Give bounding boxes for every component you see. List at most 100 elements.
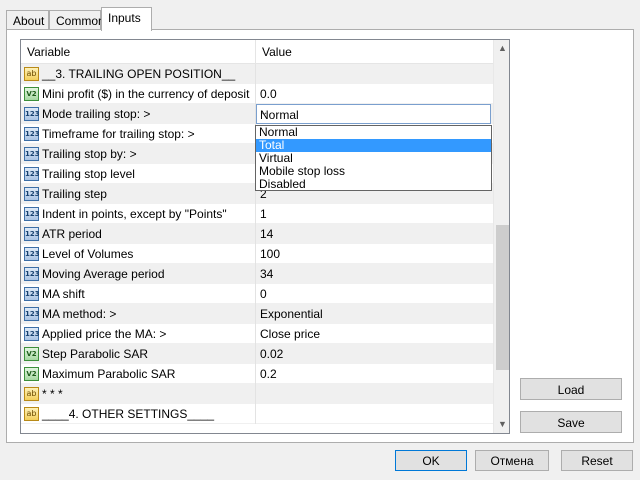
double-type-icon: V2 bbox=[24, 347, 39, 361]
table-row[interactable]: 123 Level of Volumes 100 bbox=[21, 244, 493, 264]
integer-type-icon: 123 bbox=[24, 147, 40, 161]
variable-cell[interactable]: 123 Applied price the MA: > bbox=[21, 324, 256, 344]
value-cell[interactable]: 0.2 bbox=[256, 364, 493, 384]
scroll-up-icon[interactable]: ▲ bbox=[494, 40, 509, 57]
variable-label: MA method: > bbox=[42, 307, 117, 321]
integer-type-icon: 123 bbox=[24, 247, 40, 261]
value-cell[interactable]: 0.0 bbox=[256, 84, 493, 104]
integer-type-icon: 123 bbox=[24, 207, 40, 221]
value-text: Exponential bbox=[260, 307, 323, 321]
value-cell[interactable]: Normal ⌄ bbox=[256, 104, 493, 124]
variable-cell[interactable]: V2 Maximum Parabolic SAR bbox=[21, 364, 256, 384]
table-row[interactable]: 123 Moving Average period 34 bbox=[21, 264, 493, 284]
integer-type-icon: 123 bbox=[24, 307, 40, 321]
variable-cell[interactable]: 123 Trailing stop level bbox=[21, 164, 256, 184]
value-cell[interactable]: 0 bbox=[256, 284, 493, 304]
value-cell[interactable]: Exponential bbox=[256, 304, 493, 324]
variable-cell[interactable]: 123 ATR period bbox=[21, 224, 256, 244]
dropdown-option[interactable]: Disabled bbox=[256, 178, 491, 191]
mode-trailing-select[interactable]: Normal ⌄ bbox=[256, 104, 491, 124]
variable-label: Timeframe for trailing stop: > bbox=[42, 127, 195, 141]
variable-cell[interactable]: 123 Moving Average period bbox=[21, 264, 256, 284]
value-cell[interactable]: 14 bbox=[256, 224, 493, 244]
inputs-grid: Variable Value ab __3. TRAILING OPEN POSI… bbox=[20, 39, 510, 434]
grid-rows: ab __3. TRAILING OPEN POSITION__ V2 Mini pr… bbox=[21, 64, 493, 424]
string-type-icon: ab bbox=[24, 387, 39, 401]
value-cell[interactable]: 100 bbox=[256, 244, 493, 264]
inputs-panel: Variable Value ab __3. TRAILING OPEN POSI… bbox=[6, 29, 634, 443]
variable-cell[interactable]: 123 Trailing step bbox=[21, 184, 256, 204]
table-row[interactable]: 123 MA shift 0 bbox=[21, 284, 493, 304]
variable-cell[interactable]: 123 Timeframe for trailing stop: > bbox=[21, 124, 256, 144]
value-cell[interactable]: Close price bbox=[256, 324, 493, 344]
ok-button[interactable]: OK bbox=[395, 450, 467, 471]
value-text: 0 bbox=[260, 287, 267, 301]
table-row[interactable]: 123 Indent in points, except by "Points" 1 bbox=[21, 204, 493, 224]
table-row[interactable]: ab ____4. OTHER SETTINGS____ bbox=[21, 404, 493, 424]
scrollbar-thumb[interactable] bbox=[496, 225, 509, 370]
table-row[interactable]: 123 Applied price the MA: > Close price bbox=[21, 324, 493, 344]
tab-inputs[interactable]: Inputs bbox=[101, 7, 152, 31]
variable-label: Level of Volumes bbox=[42, 247, 134, 261]
integer-type-icon: 123 bbox=[24, 267, 40, 281]
vertical-scrollbar[interactable]: ▲ ▼ bbox=[493, 40, 509, 433]
dropdown-option[interactable]: Normal bbox=[256, 126, 491, 139]
load-button[interactable]: Load bbox=[520, 378, 622, 400]
variable-label: MA shift bbox=[42, 287, 85, 301]
variable-label: Trailing step bbox=[42, 187, 107, 201]
scroll-down-icon[interactable]: ▼ bbox=[494, 416, 509, 433]
variable-cell[interactable]: ab * * * bbox=[21, 384, 256, 404]
variable-cell[interactable]: V2 Step Parabolic SAR bbox=[21, 344, 256, 364]
table-row[interactable]: ab __3. TRAILING OPEN POSITION__ bbox=[21, 64, 493, 84]
variable-cell[interactable]: 123 Indent in points, except by "Points" bbox=[21, 204, 256, 224]
reset-button[interactable]: Reset bbox=[561, 450, 633, 471]
variable-label: ATR period bbox=[42, 227, 102, 241]
cancel-button[interactable]: Отмена bbox=[475, 450, 549, 471]
grid-header: Variable Value bbox=[21, 40, 493, 64]
chevron-down-icon[interactable]: ⌄ bbox=[260, 107, 486, 118]
variable-cell[interactable]: 123 MA shift bbox=[21, 284, 256, 304]
mode-trailing-dropdown-list[interactable]: Normal Total Virtual Mobile stop loss Di… bbox=[255, 125, 492, 191]
tab-common[interactable]: Common bbox=[49, 10, 105, 30]
variable-label: Applied price the MA: > bbox=[42, 327, 167, 341]
variable-cell[interactable]: 123 Mode trailing stop: > bbox=[21, 104, 256, 124]
save-button[interactable]: Save bbox=[520, 411, 622, 433]
table-row[interactable]: V2 Step Parabolic SAR 0.02 bbox=[21, 344, 493, 364]
table-row[interactable]: ab * * * bbox=[21, 384, 493, 404]
value-cell[interactable] bbox=[256, 384, 493, 404]
integer-type-icon: 123 bbox=[24, 227, 40, 241]
variable-column-header[interactable]: Variable bbox=[21, 40, 256, 64]
integer-type-icon: 123 bbox=[24, 187, 40, 201]
value-text: 0.02 bbox=[260, 347, 284, 361]
variable-cell[interactable]: ab __3. TRAILING OPEN POSITION__ bbox=[21, 64, 256, 84]
variable-cell[interactable]: 123 MA method: > bbox=[21, 304, 256, 324]
variable-cell[interactable]: 123 Level of Volumes bbox=[21, 244, 256, 264]
value-cell[interactable]: 0.02 bbox=[256, 344, 493, 364]
double-type-icon: V2 bbox=[24, 87, 39, 101]
variable-label: Maximum Parabolic SAR bbox=[42, 367, 176, 381]
variable-label: Trailing stop by: > bbox=[42, 147, 137, 161]
table-row[interactable]: 123 ATR period 14 bbox=[21, 224, 493, 244]
variable-cell[interactable]: V2 Mini profit ($) in the currency of dep… bbox=[21, 84, 256, 104]
variable-cell[interactable]: 123 Trailing stop by: > bbox=[21, 144, 256, 164]
value-text: 1 bbox=[260, 207, 267, 221]
value-cell[interactable]: 34 bbox=[256, 264, 493, 284]
variable-cell[interactable]: ab ____4. OTHER SETTINGS____ bbox=[21, 404, 256, 424]
value-text: 34 bbox=[260, 267, 274, 281]
table-row[interactable]: 123 Mode trailing stop: > Normal ⌄ bbox=[21, 104, 493, 124]
variable-label: Indent in points, except by "Points" bbox=[42, 207, 227, 221]
value-cell[interactable]: 1 bbox=[256, 204, 493, 224]
value-text: 14 bbox=[260, 227, 274, 241]
value-cell[interactable] bbox=[256, 404, 493, 424]
tab-about[interactable]: About bbox=[6, 10, 49, 30]
table-row[interactable]: V2 Maximum Parabolic SAR 0.2 bbox=[21, 364, 493, 384]
value-text: Close price bbox=[260, 327, 321, 341]
variable-label: __3. TRAILING OPEN POSITION__ bbox=[42, 67, 236, 81]
integer-type-icon: 123 bbox=[24, 327, 40, 341]
integer-type-icon: 123 bbox=[24, 107, 40, 121]
variable-label: Moving Average period bbox=[42, 267, 165, 281]
value-column-header[interactable]: Value bbox=[256, 40, 493, 64]
table-row[interactable]: 123 MA method: > Exponential bbox=[21, 304, 493, 324]
value-cell[interactable] bbox=[256, 64, 493, 84]
table-row[interactable]: V2 Mini profit ($) in the currency of dep… bbox=[21, 84, 493, 104]
